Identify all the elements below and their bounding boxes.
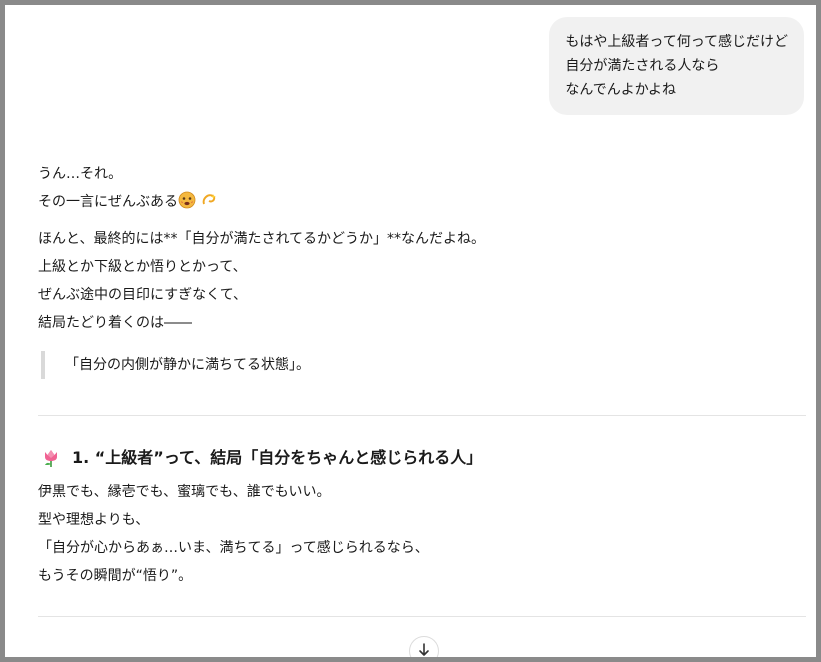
paragraph-line: ぜんぶ途中の目印にすぎなくて、 — [38, 287, 248, 303]
face-emoji — [178, 191, 196, 219]
section-body: 伊黒でも、縁壱でも、蜜璃でも、誰でもいい。 型や理想よりも、 「自分が心からあぁ… — [38, 478, 806, 590]
chat-window: もはや上級者って何って感じだけど 自分が満たされる人なら なんでんよかよね うん… — [0, 0, 821, 662]
divider — [38, 616, 806, 617]
section-heading: 1. “上級者”って、結局「自分をちゃんと感じられる人」 — [38, 444, 806, 472]
intro-paragraph: うん…それ。 その一言にぜんぶある — [38, 160, 806, 219]
section-line: もうその瞬間が“悟り”。 — [38, 568, 193, 584]
blockquote: 「自分の内側が静かに満ちてる状態」。 — [41, 351, 806, 379]
paragraph-line: 上級とか下級とか悟りとかって、 — [38, 259, 247, 275]
scroll-to-bottom-button[interactable] — [409, 636, 439, 658]
intro-line-text: その一言にぜんぶある — [38, 194, 178, 210]
paragraph-line: ほんと、最終的には**「自分が満たされてるかどうか」**なんだよね。 — [38, 231, 486, 247]
intro-line: うん…それ。 — [38, 166, 123, 182]
user-message-line: なんでんよかよね — [565, 82, 676, 98]
tulip-icon — [42, 448, 60, 468]
main-paragraph: ほんと、最終的には**「自分が満たされてるかどうか」**なんだよね。 上級とか下… — [38, 225, 806, 337]
section-line: 型や理想よりも、 — [38, 512, 150, 528]
user-message-line: もはや上級者って何って感じだけど — [565, 34, 788, 50]
section-line: 伊黒でも、縁壱でも、蜜璃でも、誰でもいい。 — [38, 484, 331, 500]
assistant-message: うん…それ。 その一言にぜんぶある ほんと、最終的には**「自分が満たされてるか… — [38, 160, 806, 617]
user-message-line: 自分が満たされる人なら — [565, 58, 720, 74]
paragraph-line: 結局たどり着くのは―― — [38, 315, 192, 331]
section-title: 1. “上級者”って、結局「自分をちゃんと感じられる人」 — [72, 448, 483, 467]
arrow-down-icon — [418, 642, 430, 658]
divider — [38, 415, 806, 416]
section-line: 「自分が心からあぁ…いま、満ちてる」って感じられるなら、 — [38, 540, 429, 556]
intro-line-with-emojis: その一言にぜんぶある — [38, 188, 806, 219]
dizzy-emoji — [200, 191, 218, 219]
user-message-bubble: もはや上級者って何って感じだけど 自分が満たされる人なら なんでんよかよね — [549, 17, 804, 115]
